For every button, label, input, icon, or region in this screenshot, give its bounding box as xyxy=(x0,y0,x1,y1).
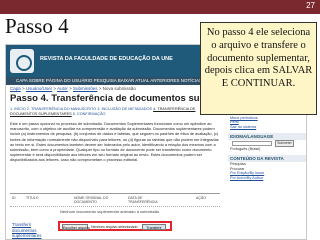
breadcrumb-item-submissions[interactable]: Submissões xyxy=(73,86,98,91)
language-current: Português (Brasil) xyxy=(230,146,261,151)
journal-logo-icon xyxy=(10,49,34,73)
column-header: AÇÃO xyxy=(196,196,206,200)
sidebar-heading-content: CONTEÚDO DA REVISTA xyxy=(228,154,306,162)
upload-highlight: Escolher arquivo Nenhum arquivo selecion… xyxy=(58,221,172,231)
sidebar-link-logout[interactable]: Sair do sistema xyxy=(228,125,306,130)
sidebar-link-by-author[interactable]: Por Autor/By Author xyxy=(228,176,306,181)
column-header: DATA DE TRANSFERÊNCIA xyxy=(128,196,158,204)
step-link[interactable]: 3. INCLUSÃO DE METADADOS xyxy=(97,107,152,111)
breadcrumb-item-home[interactable]: Capa xyxy=(10,86,21,91)
instructions-text: Este é um passo opcional no processo de … xyxy=(10,121,219,163)
column-header: NOME ORIGINAL DO DOCUMENTO xyxy=(74,196,109,204)
slide-top-bar: 27 xyxy=(0,0,320,14)
sidebar-heading-language: IDIOMA/LANGUAGE xyxy=(228,132,306,140)
breadcrumb-item-user[interactable]: Usuário/User xyxy=(26,86,52,91)
language-select-row: Submeter xyxy=(228,140,306,147)
breadcrumb-item-current: Nova submissão xyxy=(102,86,136,91)
choose-file-button[interactable]: Escolher arquivo xyxy=(62,224,90,230)
submission-steps: 1. INÍCIO 2. TRANSFERÊNCIA DO MANUSCRITO… xyxy=(10,107,220,117)
journal-name: REVISTA DA FACULDADE DE EDUCAÇÃO DA UNE xyxy=(40,56,173,62)
step-link: 5. CONFIRMAÇÃO xyxy=(72,112,106,116)
no-file-text: Nenhum arquivo selecionado xyxy=(91,225,138,229)
breadcrumb-item-author[interactable]: Autor xyxy=(57,86,68,91)
transfer-button[interactable]: Transferir xyxy=(142,224,166,230)
table-body: Nenhum documento suplementar anexado à s… xyxy=(10,206,220,220)
breadcrumb: Capa > Usuário/User > Autor > Submissões… xyxy=(10,86,136,91)
slide-title: Passo 4 xyxy=(5,14,69,38)
column-header: ID xyxy=(12,196,16,200)
supplementary-files-table: ID TÍTULO NOME ORIGINAL DO DOCUMENTO DAT… xyxy=(10,193,220,238)
callout-box: No passo 4 ele seleciona o arquivo e tra… xyxy=(200,22,317,115)
step-link[interactable]: 1. INÍCIO xyxy=(10,107,26,111)
step-link[interactable]: 2. TRANSFERÊNCIA DO MANUSCRITO xyxy=(27,107,96,111)
empty-table-message: Nenhum documento suplementar anexado à s… xyxy=(60,209,160,214)
language-submit-button[interactable]: Submeter xyxy=(275,140,294,147)
upload-label: Transferir documentos suplementares xyxy=(12,222,42,238)
column-header: TÍTULO xyxy=(26,196,39,200)
language-select[interactable] xyxy=(232,140,272,146)
slide-number: 27 xyxy=(306,1,315,10)
